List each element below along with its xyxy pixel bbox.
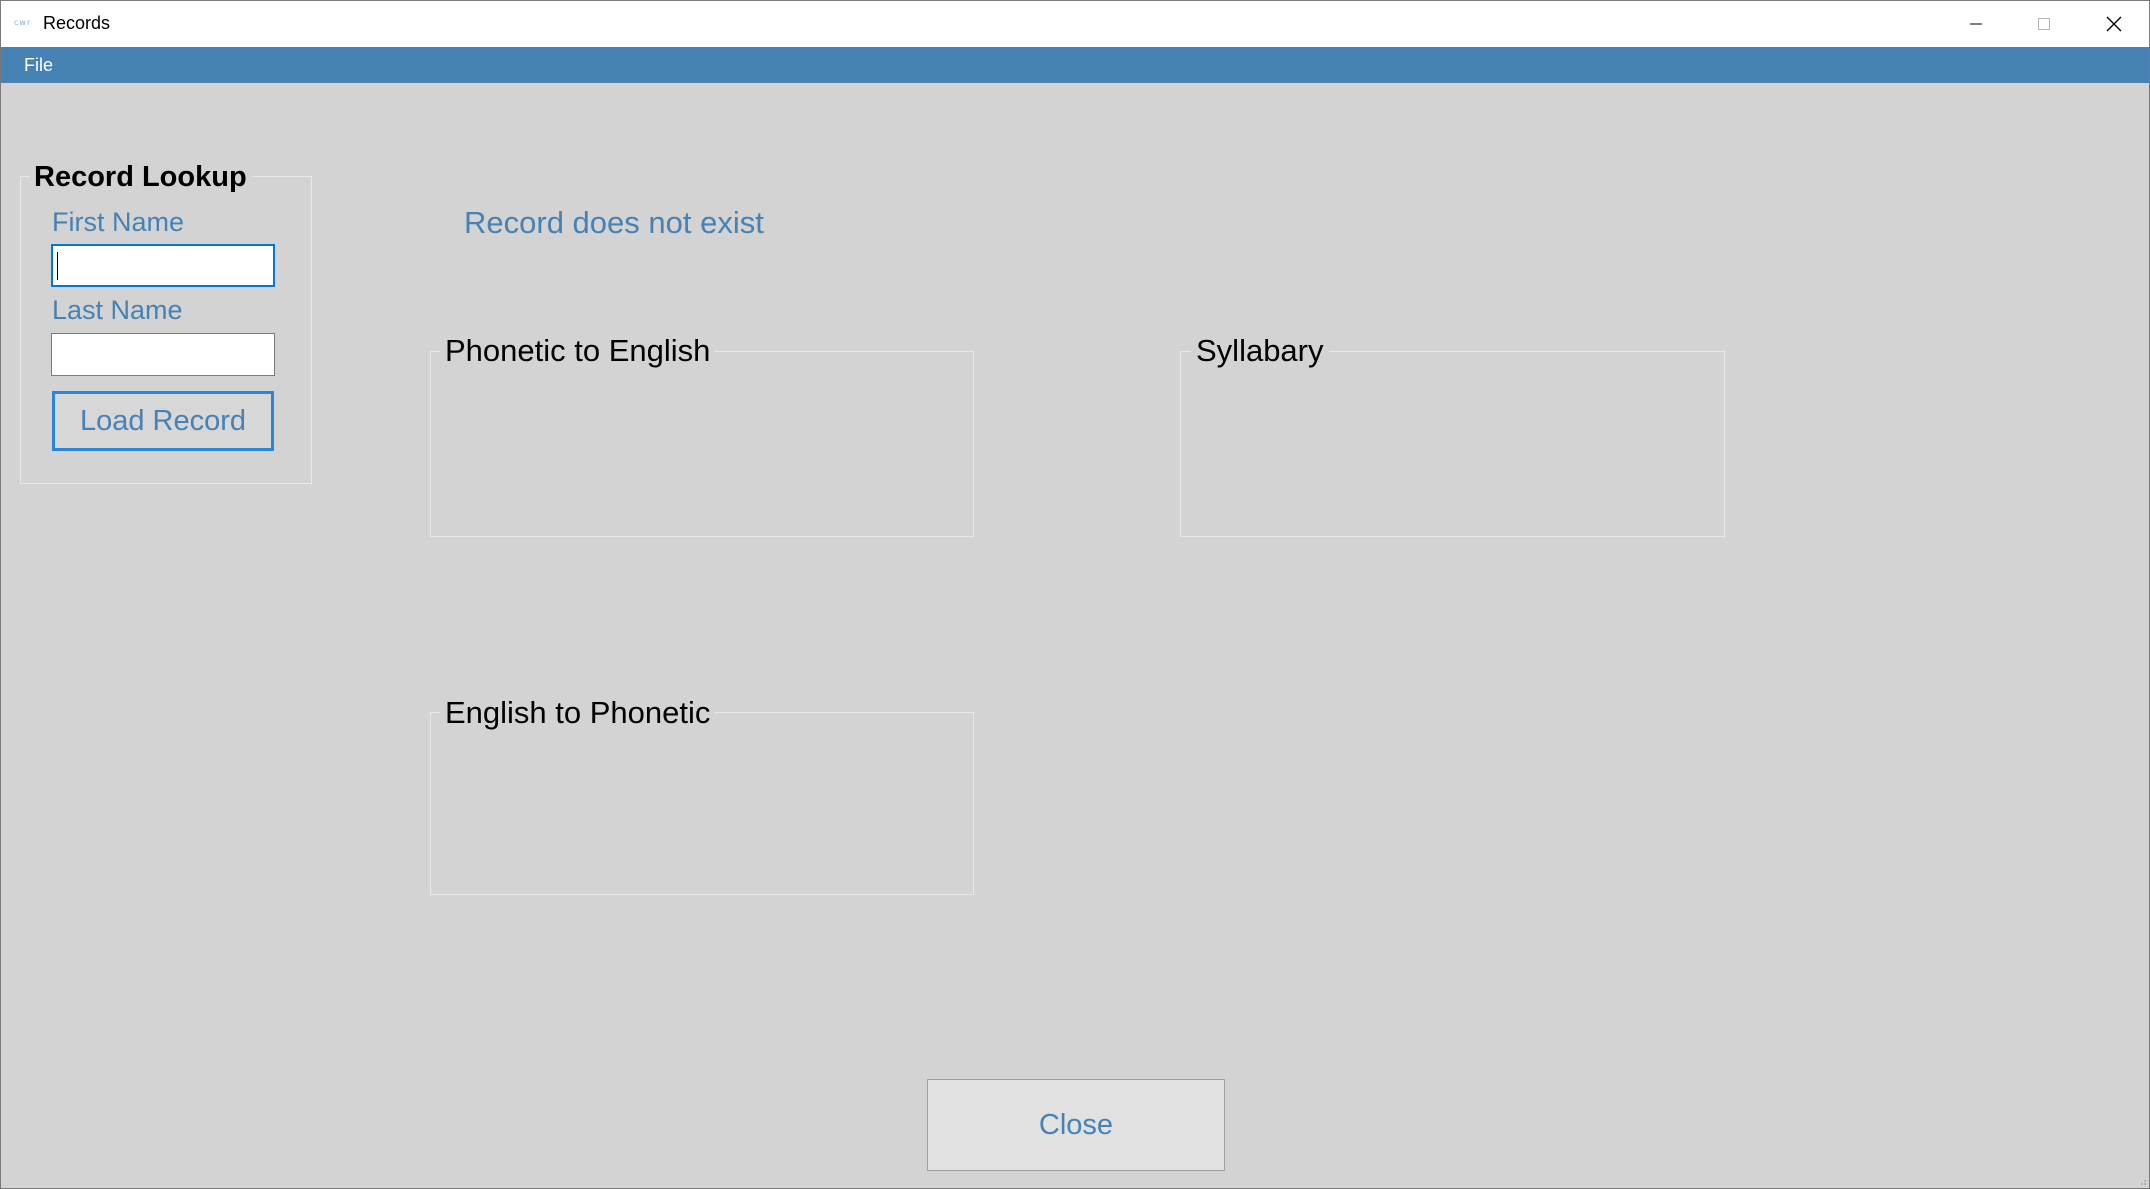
status-message: Record does not exist bbox=[464, 205, 764, 240]
phonetic-to-english-group bbox=[430, 351, 974, 537]
app-icon: cwr bbox=[14, 18, 32, 27]
maximize-icon bbox=[2038, 18, 2050, 30]
last-name-label: Last Name bbox=[52, 295, 183, 325]
syllabary-title: Syllabary bbox=[1191, 333, 1329, 369]
first-name-label: First Name bbox=[52, 207, 185, 237]
window-title: Records bbox=[43, 13, 111, 33]
close-window-button[interactable] bbox=[2079, 1, 2149, 47]
resize-grip-icon[interactable] bbox=[2137, 1176, 2147, 1186]
syllabary-group bbox=[1180, 351, 1725, 537]
load-record-button[interactable]: Load Record bbox=[52, 391, 274, 451]
english-to-phonetic-group bbox=[430, 712, 974, 895]
close-button[interactable]: Close bbox=[927, 1079, 1225, 1171]
menu-file[interactable]: File bbox=[14, 47, 63, 83]
record-lookup-title: Record Lookup bbox=[29, 161, 252, 194]
close-icon bbox=[2106, 16, 2122, 32]
minimize-button[interactable] bbox=[1941, 1, 2011, 47]
maximize-button[interactable] bbox=[2009, 1, 2079, 47]
records-window: cwr Records File Record Lookup First Nam… bbox=[0, 0, 2150, 1189]
english-to-phonetic-title: English to Phonetic bbox=[440, 695, 716, 731]
text-caret bbox=[57, 252, 58, 280]
menu-bar: File bbox=[1, 47, 2149, 83]
title-bar[interactable]: cwr Records bbox=[1, 1, 2149, 47]
last-name-input[interactable] bbox=[51, 333, 275, 376]
minimize-icon bbox=[1970, 23, 1982, 25]
phonetic-to-english-title: Phonetic to English bbox=[440, 333, 716, 369]
first-name-input[interactable] bbox=[51, 244, 275, 287]
